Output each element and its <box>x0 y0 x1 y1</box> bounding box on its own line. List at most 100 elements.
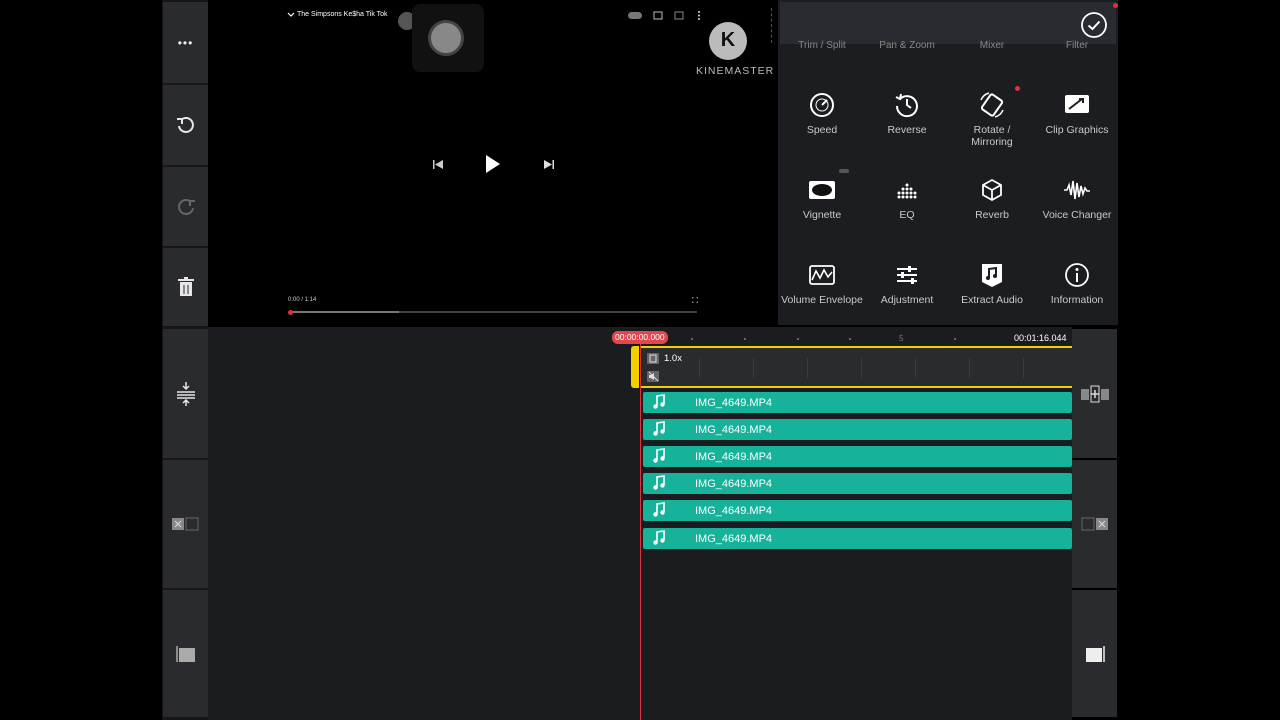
tool-eq[interactable]: EQ <box>865 165 949 245</box>
video-title: The Simpsons Ke$ha Tik Tok <box>297 11 388 18</box>
tool-extract-audio[interactable]: Extract Audio <box>950 250 1034 330</box>
tool-label-partial[interactable]: Filter <box>1035 40 1119 51</box>
kinemaster-watermark: KINEMASTER <box>696 65 775 77</box>
video-progress-handle[interactable] <box>288 310 293 315</box>
ruler-tick <box>954 338 956 340</box>
speedometer-icon <box>810 93 834 117</box>
audio-clip-name: IMG_4649.MP4 <box>695 423 773 436</box>
redo-button[interactable] <box>163 167 208 246</box>
clip-start-icon <box>171 517 198 531</box>
speed-label: 1.0x <box>664 353 682 364</box>
clip-graphics-icon <box>1065 95 1089 113</box>
tool-adjustment[interactable]: Adjustment <box>865 250 949 330</box>
music-note-icon <box>653 448 665 463</box>
start-marker-icon <box>175 645 195 662</box>
jump-to-end-button[interactable] <box>1072 460 1117 588</box>
music-note-icon <box>653 421 665 436</box>
volume-envelope-icon <box>809 265 835 285</box>
kebab-menu-icon[interactable] <box>697 10 701 21</box>
cast-icon[interactable] <box>653 11 663 20</box>
redo-icon <box>177 198 195 215</box>
reverse-icon <box>895 93 918 118</box>
audio-clip[interactable]: IMG_4649.MP4 <box>643 473 1072 494</box>
play-icon[interactable] <box>485 154 501 174</box>
panel-drag-handle[interactable] <box>771 8 777 43</box>
project-end-button[interactable] <box>1072 590 1117 717</box>
audio-clip[interactable]: IMG_4649.MP4 <box>643 446 1072 467</box>
video-time: 0:00 / 1:14 <box>288 297 317 303</box>
end-time: 00:01:16.044 <box>1014 333 1067 343</box>
undo-icon <box>176 117 194 133</box>
more-dots-icon: ••• <box>177 35 194 50</box>
new-badge-dot <box>1015 86 1020 91</box>
track-height-button[interactable] <box>163 329 208 458</box>
tool-rotate-mirroring[interactable]: Rotate / Mirroring <box>950 80 1034 160</box>
rotate-icon <box>980 92 1004 118</box>
delete-button[interactable] <box>163 248 208 326</box>
previous-icon[interactable] <box>432 159 444 170</box>
tool-reverse[interactable]: Reverse <box>865 80 949 160</box>
speed-badge-icon <box>647 353 659 364</box>
audio-clip-name: IMG_4649.MP4 <box>695 504 773 517</box>
music-note-icon <box>653 394 665 409</box>
tool-label-partial[interactable]: Mixer <box>950 40 1034 51</box>
ruler-tick <box>744 338 746 340</box>
audio-clip[interactable]: IMG_4649.MP4 <box>643 500 1072 521</box>
audio-clip[interactable]: IMG_4649.MP4 <box>643 392 1072 413</box>
jump-to-start-button[interactable] <box>163 460 208 588</box>
end-marker-icon <box>1085 645 1105 662</box>
playhead-line[interactable] <box>640 344 641 720</box>
tool-clip-graphics[interactable]: Clip Graphics <box>1035 80 1119 160</box>
voice-changer-icon <box>1064 180 1090 200</box>
tool-vignette[interactable]: Vignette <box>780 165 864 245</box>
tool-reverb[interactable]: Reverb <box>950 165 1034 245</box>
tool-voice-changer[interactable]: Voice Changer <box>1035 165 1119 245</box>
ruler-tick <box>849 338 851 340</box>
audio-clip-name: IMG_4649.MP4 <box>695 532 773 545</box>
next-icon[interactable] <box>543 159 555 170</box>
audio-clip-name: IMG_4649.MP4 <box>695 396 773 409</box>
ruler-tick <box>691 338 693 340</box>
clip-end-icon <box>1081 517 1108 531</box>
toggle-indicator <box>839 169 849 173</box>
confirm-check-icon[interactable] <box>1080 11 1108 39</box>
adjustment-sliders-icon <box>897 266 917 284</box>
ruler-label: 5 <box>899 334 904 343</box>
undo-button[interactable] <box>163 85 208 165</box>
audio-clip-name: IMG_4649.MP4 <box>695 450 773 463</box>
expand-tracks-icon <box>176 381 195 406</box>
reverb-cube-icon <box>982 178 1002 202</box>
vignette-icon <box>809 181 835 199</box>
assistive-touch[interactable] <box>412 4 484 72</box>
ruler-tick <box>797 338 799 340</box>
trash-icon <box>177 277 194 296</box>
panel-header <box>780 2 1116 44</box>
audio-clip[interactable]: IMG_4649.MP4 <box>643 419 1072 440</box>
project-start-button[interactable] <box>163 590 208 717</box>
video-clip[interactable] <box>641 346 1072 388</box>
tool-label-partial[interactable]: Trim / Split <box>780 40 864 51</box>
audio-clip[interactable]: IMG_4649.MP4 <box>643 528 1072 549</box>
add-layer-icon <box>1080 385 1109 402</box>
fullscreen-icon[interactable] <box>692 297 698 303</box>
music-note-icon <box>653 475 665 490</box>
music-note-icon <box>653 502 665 517</box>
captions-icon[interactable] <box>674 11 684 20</box>
tool-information[interactable]: Information <box>1035 250 1119 330</box>
extract-audio-icon <box>982 264 1002 287</box>
tool-speed[interactable]: Speed <box>780 80 864 160</box>
tool-volume-envelope[interactable]: Volume Envelope <box>780 250 864 330</box>
tool-label-partial[interactable]: Pan & Zoom <box>865 40 949 51</box>
add-layer-button[interactable] <box>1072 329 1117 458</box>
chevron-down-icon[interactable] <box>287 11 295 19</box>
mute-icon[interactable] <box>647 371 659 382</box>
info-icon <box>1065 263 1089 287</box>
playhead-time: 00:00:00.000 <box>612 331 668 344</box>
autoplay-toggle-icon[interactable] <box>628 12 642 19</box>
notification-dot <box>1113 3 1118 8</box>
audio-clip-name: IMG_4649.MP4 <box>695 477 773 490</box>
kinemaster-logo: K <box>709 22 747 60</box>
clip-trim-handle[interactable] <box>631 346 639 388</box>
more-menu-button[interactable]: ••• <box>163 2 208 83</box>
video-progress-track[interactable] <box>291 311 697 313</box>
